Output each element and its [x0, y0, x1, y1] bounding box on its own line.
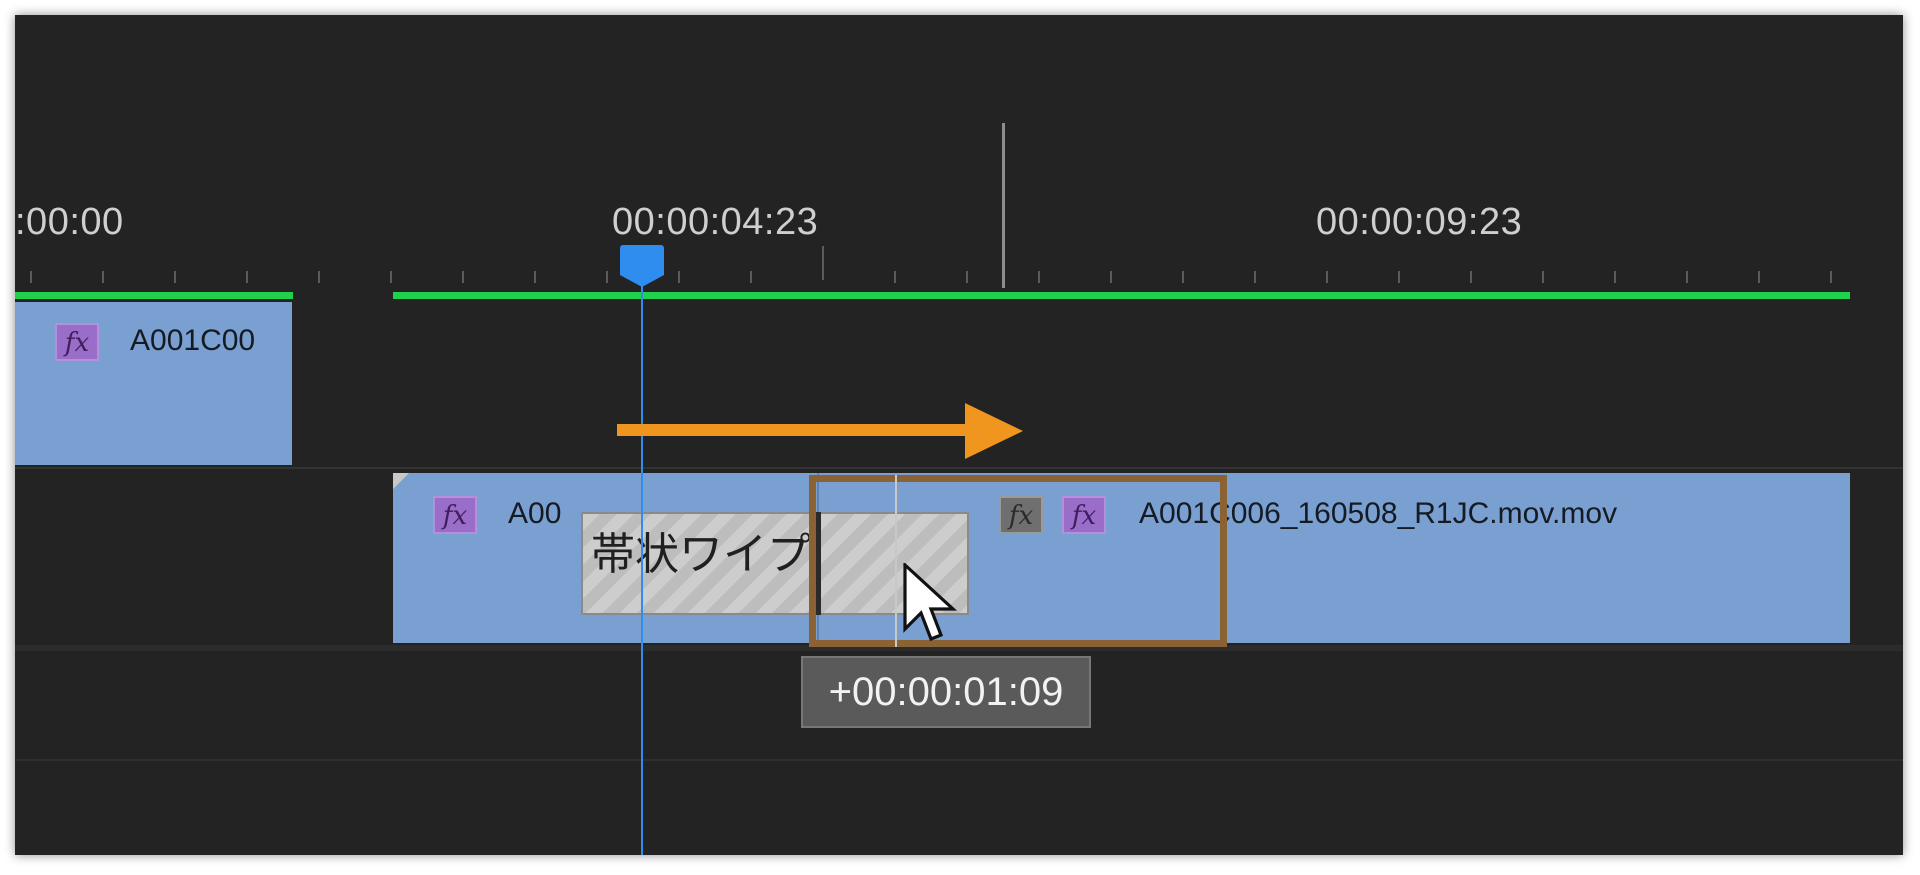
- ruler-tick: [1254, 271, 1256, 283]
- ruler-tick: [174, 271, 176, 283]
- ruler-tick: [1758, 271, 1760, 283]
- ruler-tick: [1038, 271, 1040, 283]
- ruler-tick: [1614, 271, 1616, 283]
- fx-badge[interactable]: fx: [55, 323, 99, 361]
- mouse-pointer-icon: [903, 563, 958, 642]
- right-arrow-icon: [617, 424, 977, 436]
- ruler-tick: [1326, 271, 1328, 283]
- fx-badge[interactable]: fx: [433, 496, 477, 534]
- work-area-bar-right[interactable]: [393, 292, 1850, 299]
- ruler-tick: [1542, 271, 1544, 283]
- ruler-tick: [462, 271, 464, 283]
- ruler-tick: [678, 271, 680, 283]
- timeline-panel: :00:00 00:00:04:23 00:00:09:23 fx A001C0…: [15, 15, 1903, 855]
- clip-corner-handle: [393, 473, 409, 489]
- clip-v2[interactable]: fx A001C00: [15, 302, 292, 465]
- ruler-label-end: 00:00:09:23: [1316, 201, 1523, 243]
- ruler-tick: [606, 271, 608, 283]
- ruler-tick: [390, 271, 392, 283]
- time-ruler[interactable]: :00:00 00:00:04:23 00:00:09:23: [15, 185, 1903, 297]
- work-area-bar-left[interactable]: [15, 292, 293, 299]
- right-arrow-head: [965, 403, 1023, 459]
- drag-preview-outline: [809, 475, 1227, 647]
- clip-name: A00: [508, 497, 562, 530]
- drag-offset-tooltip: +00:00:01:09: [801, 656, 1091, 728]
- ruler-tick: [1830, 271, 1832, 283]
- ruler-tick: [1110, 271, 1112, 283]
- ruler-tick: [1470, 271, 1472, 283]
- playhead-handle[interactable]: [620, 245, 664, 275]
- ruler-tick: [822, 246, 824, 280]
- track-separator: [15, 467, 1903, 469]
- track-separator: [15, 759, 1903, 761]
- ruler-tick: [30, 271, 32, 283]
- edit-point-marker: [1002, 123, 1005, 288]
- ruler-label-mid: 00:00:04:23: [612, 201, 819, 243]
- transition-label: 帯状ワイプ: [591, 529, 811, 580]
- ruler-tick: [966, 271, 968, 283]
- ruler-tick: [534, 271, 536, 283]
- ruler-tick: [318, 271, 320, 283]
- ruler-tick: [102, 271, 104, 283]
- clip-name: A001C00: [130, 324, 256, 357]
- ruler-tick: [894, 271, 896, 283]
- ruler-tick: [246, 271, 248, 283]
- ruler-tick: [1182, 271, 1184, 283]
- ruler-label-start: :00:00: [15, 201, 124, 243]
- ruler-tick: [750, 271, 752, 283]
- drag-guide-line: [895, 475, 897, 647]
- ruler-tick: [1398, 271, 1400, 283]
- ruler-tick: [1686, 271, 1688, 283]
- playhead-line[interactable]: [641, 277, 643, 855]
